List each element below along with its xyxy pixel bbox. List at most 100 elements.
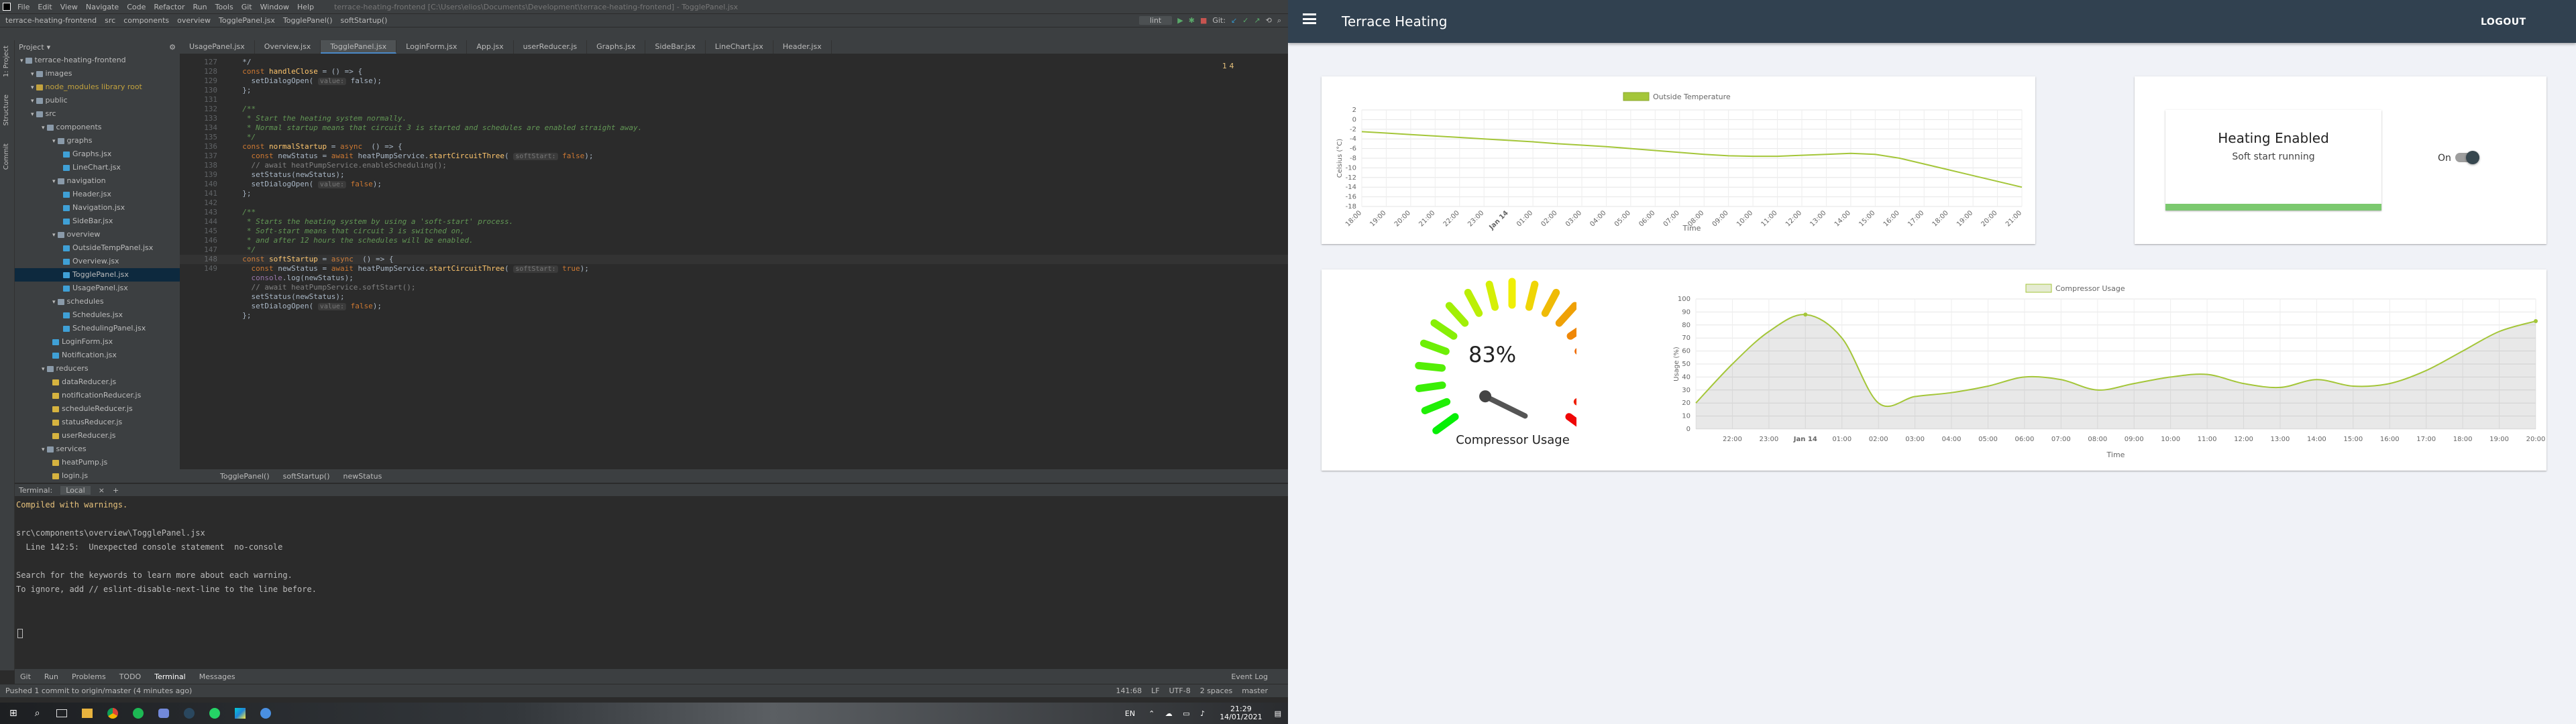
chevron-down-icon[interactable]: ▾ — [52, 232, 56, 239]
code-line[interactable]: console.log(newStatus); — [233, 274, 353, 282]
code-line[interactable]: const normalStartup = async () => { — [233, 142, 402, 151]
editor-tab[interactable]: UsagePanel.jsx — [180, 40, 255, 54]
editor-tab[interactable]: App.jsx — [467, 40, 514, 54]
status-item[interactable]: 141:68 — [1116, 686, 1142, 695]
code-line[interactable]: * and after 12 hours the schedules will … — [233, 236, 474, 245]
code-line[interactable]: setStatus(newStatus); — [233, 170, 344, 179]
menu-help[interactable]: Help — [297, 3, 314, 11]
menu-code[interactable]: Code — [127, 3, 146, 11]
add-terminal-icon[interactable]: + — [113, 486, 119, 495]
chevron-down-icon[interactable]: ▾ — [47, 43, 51, 52]
tool-window-git[interactable]: Git — [20, 672, 31, 681]
chevron-down-icon[interactable]: ▾ — [31, 84, 34, 91]
run-config-select[interactable]: lint — [1138, 16, 1173, 25]
code-line[interactable]: setStatus(newStatus); — [233, 292, 344, 301]
spotify-icon[interactable] — [132, 708, 144, 719]
close-icon[interactable]: × — [99, 486, 105, 495]
stop-icon[interactable]: ■ — [1200, 16, 1207, 25]
status-item[interactable]: LF — [1151, 686, 1159, 695]
code-line[interactable]: // await heatPumpService.enableSchedulin… — [233, 161, 446, 170]
notifications-icon[interactable]: ▤ — [1275, 709, 1281, 718]
nav-crumb[interactable]: TogglePanel.jsx — [219, 16, 275, 25]
tree-item[interactable]: Overview.jsx — [15, 255, 180, 268]
webstorm-icon[interactable] — [234, 708, 246, 719]
git-commit-icon[interactable]: ✓ — [1242, 16, 1248, 25]
run-icon[interactable]: ▶ — [1177, 16, 1183, 25]
nav-crumb[interactable]: src — [105, 16, 115, 25]
tree-item[interactable]: login.js — [15, 469, 180, 483]
chevron-down-icon[interactable]: ▾ — [42, 446, 45, 453]
clock-date[interactable]: 14/01/2021 — [1220, 713, 1262, 721]
menu-navigate[interactable]: Navigate — [86, 3, 119, 11]
project-label[interactable]: Project — [19, 43, 44, 52]
code-line[interactable]: */ — [233, 133, 256, 141]
menu-icon[interactable] — [1303, 13, 1316, 24]
tree-item[interactable]: ▾ graphs — [15, 134, 180, 147]
code-line[interactable]: const newStatus = await heatPumpService.… — [233, 264, 589, 273]
code-line[interactable]: */ — [233, 58, 251, 66]
editor-tab[interactable]: TogglePanel.jsx — [321, 40, 397, 54]
editor-tab[interactable]: LoginForm.jsx — [396, 40, 468, 54]
chevron-down-icon[interactable]: ▾ — [20, 58, 23, 64]
logout-button[interactable]: LOGOUT — [2481, 17, 2526, 27]
tree-item[interactable]: statusReducer.js — [15, 416, 180, 429]
menu-view[interactable]: View — [60, 3, 78, 11]
code-line[interactable]: const handleClose = () => { — [233, 67, 362, 76]
breadcrumb-item[interactable]: TogglePanel() — [220, 472, 270, 481]
menu-window[interactable]: Window — [260, 3, 289, 11]
tool-window-messages[interactable]: Messages — [199, 672, 235, 681]
tool-window-run[interactable]: Run — [44, 672, 58, 681]
editor-tab[interactable]: Graphs.jsx — [587, 40, 646, 54]
git-update-icon[interactable]: ↙ — [1231, 16, 1237, 25]
tree-item[interactable]: Graphs.jsx — [15, 147, 180, 161]
chevron-down-icon[interactable]: ▾ — [31, 98, 34, 105]
code-line[interactable]: * Normal startup means that circuit 3 is… — [233, 123, 642, 132]
tree-item[interactable]: ▾ src — [15, 107, 180, 121]
commit-tool-button[interactable]: Commit — [0, 138, 13, 175]
editor-tab[interactable]: SideBar.jsx — [645, 40, 706, 54]
search-icon[interactable]: ⌕ — [1277, 16, 1281, 25]
tree-item[interactable]: ▾ node_modules library root — [15, 80, 180, 94]
heating-toggle-switch[interactable] — [2455, 151, 2479, 164]
code-line[interactable]: }; — [233, 189, 251, 198]
git-push-icon[interactable]: ↗ — [1254, 16, 1260, 25]
code-line[interactable]: * Starts the heating system by using a '… — [233, 217, 513, 226]
code-line[interactable]: // await heatPumpService.softStart(); — [233, 283, 415, 292]
tree-item[interactable]: Navigation.jsx — [15, 201, 180, 215]
history-icon[interactable]: ⟲ — [1266, 16, 1272, 25]
nav-crumb[interactable]: softStartup() — [341, 16, 388, 25]
chevron-down-icon[interactable]: ▾ — [42, 125, 45, 131]
nav-crumb[interactable]: overview — [177, 16, 211, 25]
tree-item[interactable]: ▾ components — [15, 121, 180, 134]
chevron-down-icon[interactable]: ▾ — [42, 366, 45, 373]
editor-tab[interactable]: LineChart.jsx — [706, 40, 773, 54]
code-line[interactable]: /** — [233, 105, 256, 113]
windows-start-icon[interactable]: ⊞ — [9, 708, 17, 719]
tree-item[interactable]: LoginForm.jsx — [15, 335, 180, 349]
status-item[interactable]: master — [1242, 686, 1268, 695]
tree-item[interactable]: ▾ schedules — [15, 295, 180, 308]
code-editor[interactable]: 127 128 129 130 131 132 133 134 135 136 137 138 139 1… — [180, 54, 1288, 469]
tree-item[interactable]: ▾ navigation — [15, 174, 180, 188]
code-line[interactable]: * Start the heating system normally. — [233, 114, 407, 123]
whatsapp-icon[interactable] — [209, 708, 220, 719]
tree-item[interactable]: notificationReducer.js — [15, 389, 180, 402]
breadcrumb-item[interactable]: newStatus — [343, 472, 382, 481]
tree-item[interactable]: userReducer.js — [15, 429, 180, 442]
tree-item[interactable]: ▾ overview — [15, 228, 180, 241]
chevron-down-icon[interactable]: ▾ — [52, 299, 56, 306]
breadcrumb-item[interactable]: softStartup() — [283, 472, 330, 481]
terminal-panel[interactable]: Terminal: Local × + Compiled with warnin… — [15, 484, 1288, 669]
code-line[interactable]: setDialogOpen( value: false); — [233, 302, 382, 310]
code-line[interactable]: /** — [233, 208, 256, 217]
tree-item[interactable]: LineChart.jsx — [15, 161, 180, 174]
tree-item[interactable]: SchedulingPanel.jsx — [15, 322, 180, 335]
menu-tools[interactable]: Tools — [215, 3, 233, 11]
chevron-down-icon[interactable]: ▾ — [52, 138, 56, 145]
tree-item[interactable]: TogglePanel.jsx — [15, 268, 180, 282]
tree-item[interactable]: ▾ terrace-heating-frontend — [15, 54, 180, 67]
status-item[interactable]: UTF-8 — [1169, 686, 1191, 695]
warnings-count[interactable]: 1 4 — [1222, 62, 1234, 70]
project-tool-button[interactable]: 1: Project — [0, 40, 13, 82]
debug-icon[interactable]: ✱ — [1189, 16, 1195, 25]
